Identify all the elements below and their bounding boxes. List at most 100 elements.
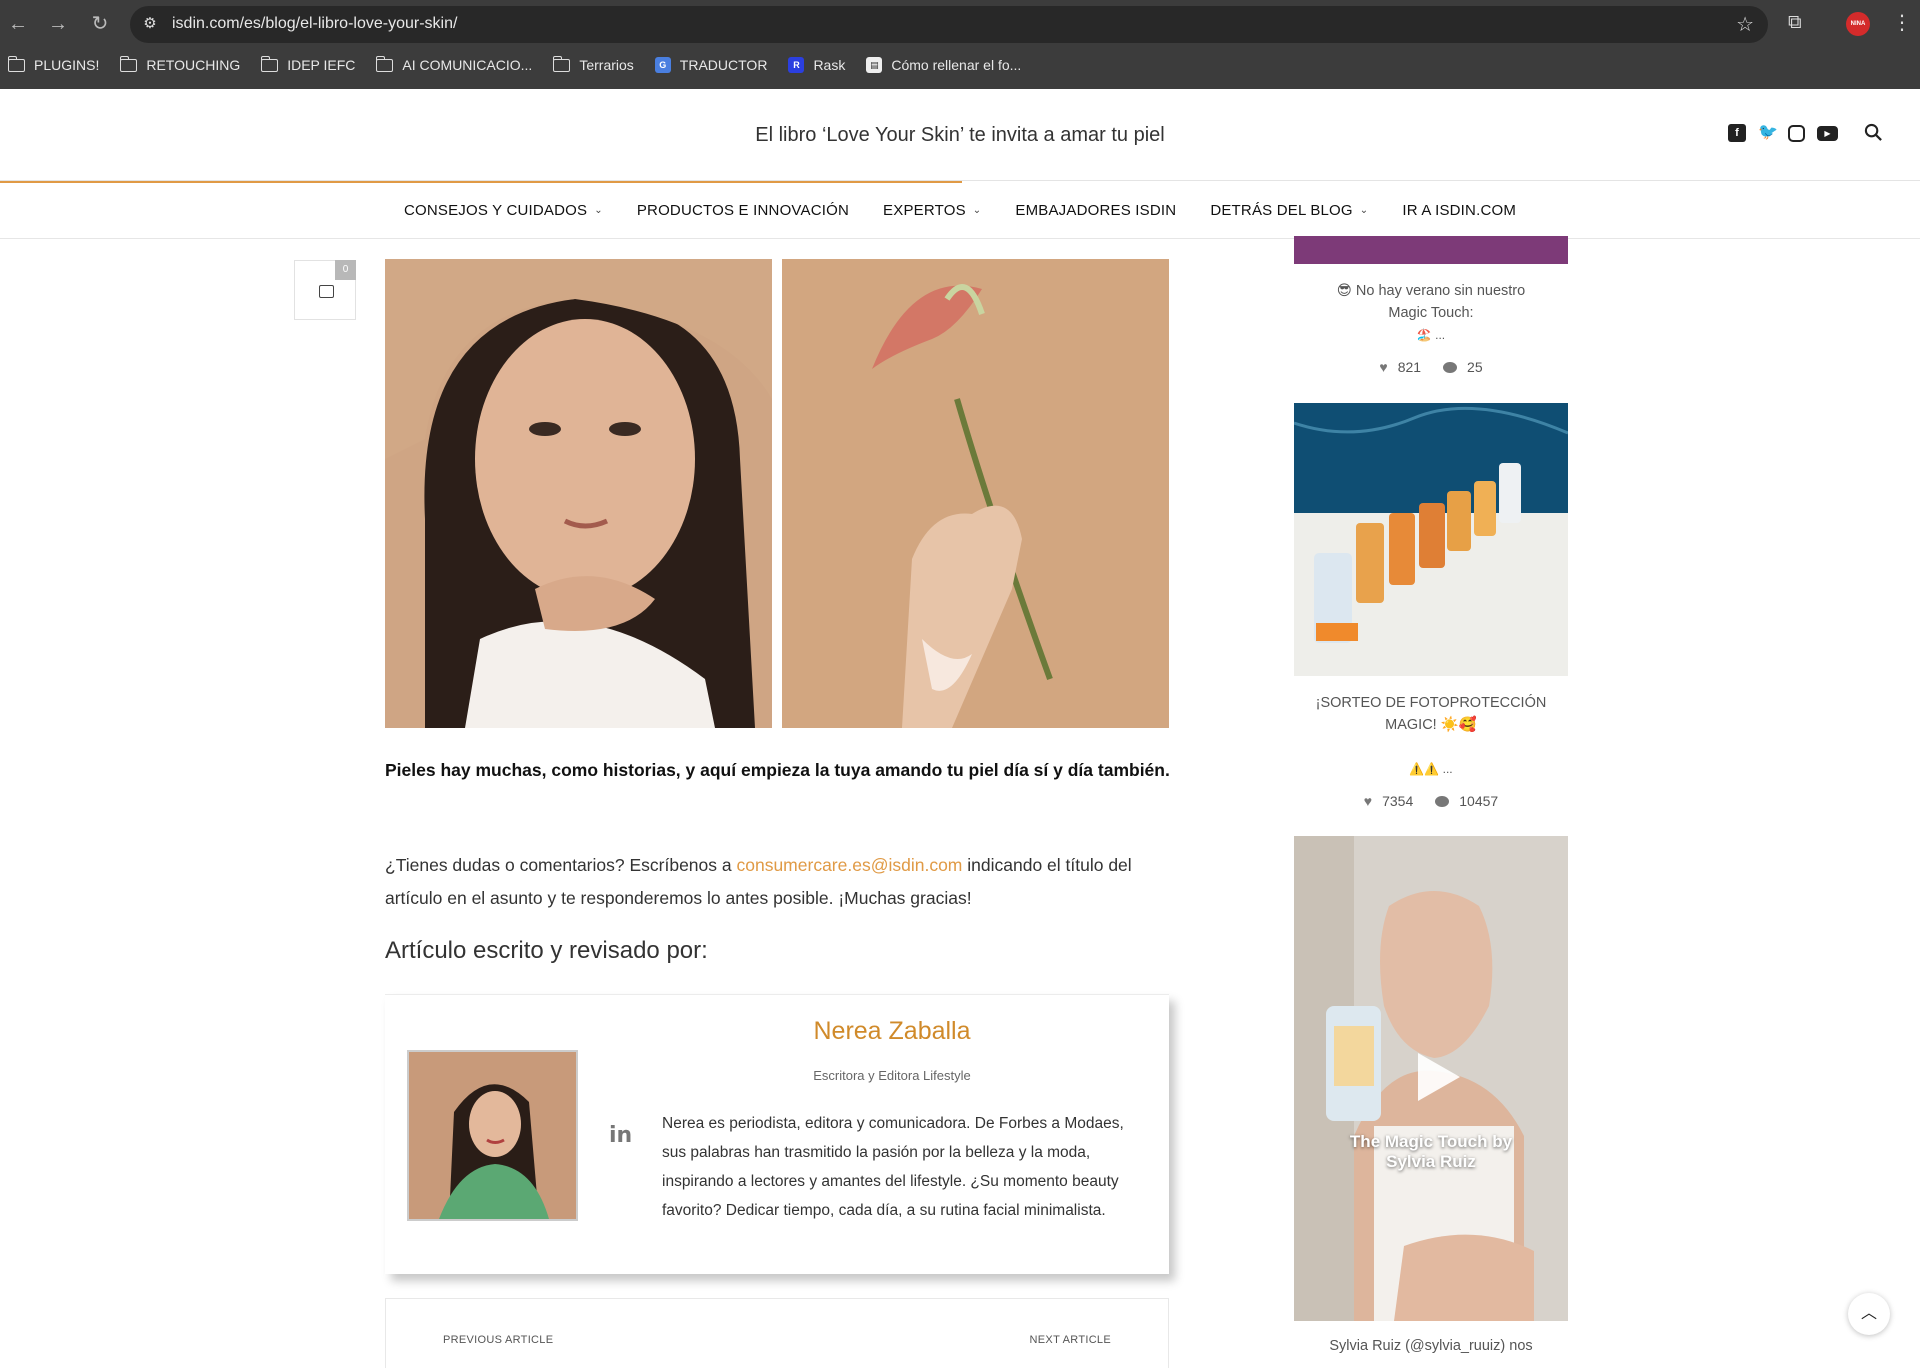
bookmark-item[interactable]: G TRADUCTOR (654, 52, 768, 78)
comments-button[interactable]: 0 (294, 260, 356, 320)
portrait-image (385, 259, 772, 728)
bookmark-item[interactable]: Terrarios (552, 52, 634, 78)
instagram-post-image[interactable] (1294, 403, 1568, 676)
bookmark-item[interactable]: R Rask (788, 52, 845, 78)
chevron-down-icon: ⌄ (1359, 205, 1369, 216)
back-icon[interactable]: ← (6, 12, 30, 36)
doc-icon: ▤ (866, 57, 883, 73)
caption-line: ¡SORTEO DE FOTOPROTECCIÓN (1315, 695, 1547, 711)
url-text[interactable]: isdin.com/es/blog/el-libro-love-your-ski… (172, 15, 457, 33)
linkedin-icon[interactable]: in (609, 1123, 632, 1148)
instagram-caption: ¡SORTEO DE FOTOPROTECCIÓN MAGIC! ☀️🥰 ⚠️⚠… (1294, 692, 1568, 780)
comments-count: 10457 (1459, 793, 1499, 809)
article-contact-paragraph: ¿Tienes dudas o comentarios? Escríbenos … (385, 849, 1175, 915)
article-navigation: PREVIOUS ARTICLE NEXT ARTICLE (385, 1298, 1169, 1368)
bookmark-label: Rask (813, 57, 846, 73)
bookmark-label: RETOUCHING (146, 57, 241, 73)
chevron-down-icon: ⌄ (972, 205, 982, 216)
main-navigation: CONSEJOS Y CUIDADOS ⌄ PRODUCTOS E INNOVAC… (0, 183, 1920, 239)
author-bio: Nerea es periodista, editora y comunicad… (662, 1115, 1124, 1219)
comment-bubble-icon (1443, 361, 1458, 373)
bookmark-label: IDEP IEFC (287, 57, 356, 73)
twitter-icon[interactable]: 🐦 (1758, 124, 1778, 142)
comment-count: 0 (335, 260, 356, 280)
contact-email-link[interactable]: consumercare.es@isdin.com (736, 855, 962, 875)
article-lead: Pieles hay muchas, como historias, y aqu… (385, 760, 1170, 780)
author-avatar (407, 1050, 578, 1221)
facebook-icon[interactable]: f (1728, 124, 1746, 142)
reload-icon[interactable]: ↻ (88, 12, 112, 36)
nav-item-ir-isdin[interactable]: IR A ISDIN.COM (1402, 202, 1516, 219)
caption-line: 😎 No hay verano sin nuestro (1336, 283, 1526, 299)
comment-icon (319, 285, 334, 298)
scroll-to-top-button[interactable]: ︿ (1848, 1293, 1890, 1335)
likes-count: 821 (1397, 359, 1422, 375)
extensions-icon[interactable]: ⧉ (1788, 11, 1802, 35)
bookmark-label: AI COMUNICACIO... (402, 57, 533, 73)
nav-label: IR A ISDIN.COM (1402, 202, 1517, 219)
bookmark-star-icon[interactable]: ☆ (1736, 12, 1754, 37)
instagram-caption: Sylvia Ruiz (@sylvia_ruuiz) nos (1294, 1335, 1568, 1357)
author-portrait-image (409, 1052, 576, 1219)
previous-article-link[interactable]: PREVIOUS ARTICLE (443, 1334, 553, 1346)
heart-icon: ♥ (1379, 359, 1388, 375)
nav-item-embajadores[interactable]: EMBAJADORES ISDIN (1015, 202, 1176, 219)
folder-icon (119, 55, 138, 72)
comments-count: 25 (1467, 359, 1483, 375)
site-settings-icon[interactable]: ⚙ (140, 14, 160, 34)
browser-toolbar: ← → ↻ ⚙ isdin.com/es/blog/el-libro-love-… (0, 0, 1920, 46)
search-icon[interactable] (1864, 123, 1883, 142)
browser-menu-icon[interactable]: ⋮ (1892, 11, 1912, 35)
caption-line: ⚠️⚠️ ... (1409, 762, 1453, 776)
bookmark-label: TRADUCTOR (679, 57, 768, 73)
author-card: in Nerea Zaballa Escritora y Editora Lif… (385, 994, 1169, 1274)
caption-line: MAGIC! ☀️🥰 (1385, 717, 1477, 733)
play-icon[interactable] (1410, 1051, 1462, 1103)
nav-label: PRODUCTOS E INNOVACIÓN (636, 202, 850, 219)
folder-icon (7, 55, 25, 72)
bookmark-item[interactable]: IDEP IEFC (260, 52, 356, 78)
instagram-caption: 😎 No hay verano sin nuestro Magic Touch:… (1294, 280, 1568, 346)
bookmark-item[interactable]: RETOUCHING (119, 52, 241, 78)
nav-item-expertos[interactable]: EXPERTOS ⌄ (883, 202, 981, 219)
nav-item-consejos[interactable]: CONSEJOS Y CUIDADOS ⌄ (404, 202, 603, 219)
youtube-icon[interactable]: ▶ (1817, 125, 1838, 141)
likes-count: 7354 (1382, 793, 1414, 809)
caption-line: 🏖️ ... (1416, 328, 1446, 342)
bookmark-label: Cómo rellenar el fo... (891, 57, 1022, 73)
nav-item-detras[interactable]: DETRÁS DEL BLOG ⌄ (1210, 202, 1368, 219)
instagram-stats: ♥ 821 25 (1294, 359, 1568, 375)
author-role: Escritora y Editora Lifestyle (813, 1068, 971, 1083)
instagram-stats: ♥ 7354 10457 (1294, 793, 1568, 809)
browser-chrome: ← → ↻ ⚙ isdin.com/es/blog/el-libro-love-… (0, 0, 1920, 89)
next-article-link[interactable]: NEXT ARTICLE (1030, 1334, 1111, 1346)
caption-line: Magic Touch: (1388, 305, 1474, 321)
address-bar[interactable]: ⚙ isdin.com/es/blog/el-libro-love-your-s… (130, 6, 1768, 43)
heart-icon: ♥ (1363, 793, 1373, 809)
video-overlay-title: The Magic Touch by Sylvia Ruiz (1349, 1132, 1513, 1171)
article-photo-hand-flower (782, 259, 1169, 728)
author-name[interactable]: Nerea Zaballa (615, 1017, 1169, 1046)
folder-icon (552, 55, 571, 72)
nav-label: EMBAJADORES ISDIN (1015, 202, 1177, 219)
bookmark-label: PLUGINS! (34, 57, 100, 73)
folder-icon (260, 55, 279, 72)
bookmark-label: Terrarios (579, 57, 634, 73)
rask-icon: R (788, 57, 805, 73)
chevron-down-icon: ⌄ (594, 205, 603, 216)
bookmark-item[interactable]: AI COMUNICACIO... (375, 52, 533, 78)
nav-label: EXPERTOS (883, 202, 966, 219)
bookmark-item[interactable]: PLUGINS! (7, 52, 100, 78)
page-title: El libro ‘Love Your Skin’ te invita a am… (755, 124, 1165, 146)
nav-label: DETRÁS DEL BLOG (1210, 202, 1353, 219)
forward-icon[interactable]: → (46, 12, 70, 36)
profile-avatar[interactable]: NINA (1846, 12, 1870, 36)
instagram-video-post[interactable]: The Magic Touch by Sylvia Ruiz (1294, 836, 1568, 1321)
social-links: f 🐦 ▶ (1728, 124, 1838, 142)
nav-item-productos[interactable]: PRODUCTOS E INNOVACIÓN (637, 202, 849, 219)
article-photo-portrait (385, 259, 772, 728)
bookmark-item[interactable]: ▤ Cómo rellenar el fo... (866, 52, 1021, 78)
instagram-post-image[interactable] (1294, 236, 1568, 264)
translate-icon: G (654, 57, 671, 73)
instagram-icon[interactable] (1788, 124, 1805, 142)
